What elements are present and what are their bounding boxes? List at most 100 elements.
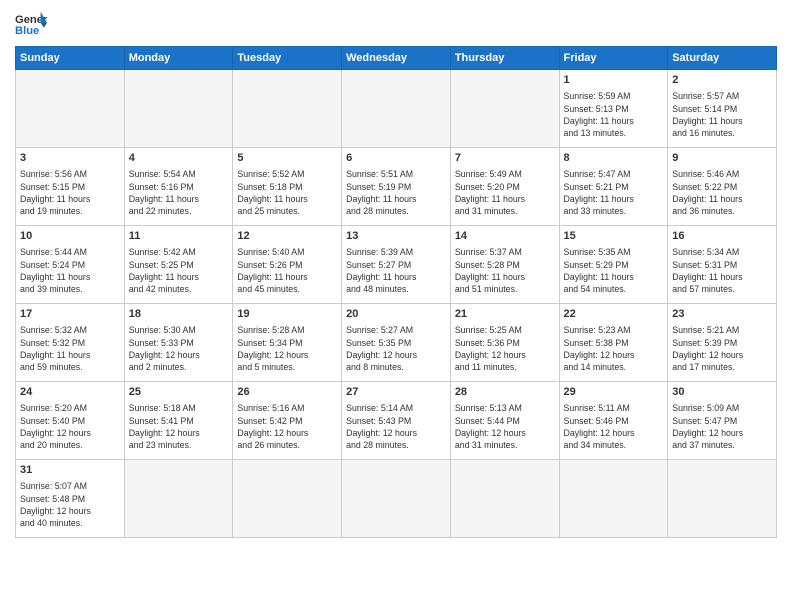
calendar-cell: 15 Sunrise: 5:35 AM Sunset: 5:29 PM Dayli… [559,226,668,304]
day-info: Sunrise: 5:46 AM Sunset: 5:22 PM Dayligh… [672,168,772,217]
day-info: Sunrise: 5:51 AM Sunset: 5:19 PM Dayligh… [346,168,446,217]
calendar-cell: 23Sunrise: 5:21 AM Sunset: 5:39 PM Dayli… [668,304,777,382]
calendar-cell: 28Sunrise: 5:13 AM Sunset: 5:44 PM Dayli… [450,382,559,460]
calendar-cell: 19 Sunrise: 5:28 AM Sunset: 5:34 PM Dayli… [233,304,342,382]
day-number: 29 [564,385,664,400]
calendar-cell: 11 Sunrise: 5:42 AM Sunset: 5:25 PM Dayli… [124,226,233,304]
weekday-header-thursday: Thursday [450,47,559,70]
day-number: 27 [346,385,446,400]
calendar-cell [124,70,233,148]
day-number: 30 [672,385,772,400]
day-number: 9 [672,151,772,166]
calendar-cell: 29 Sunrise: 5:11 AM Sunset: 5:46 PM Dayli… [559,382,668,460]
weekday-header-tuesday: Tuesday [233,47,342,70]
calendar-cell: 10Sunrise: 5:44 AM Sunset: 5:24 PM Dayli… [16,226,125,304]
calendar-cell: 12Sunrise: 5:40 AM Sunset: 5:26 PM Dayli… [233,226,342,304]
calendar-cell: 27Sunrise: 5:14 AM Sunset: 5:43 PM Dayli… [342,382,451,460]
calendar-cell: 24 Sunrise: 5:20 AM Sunset: 5:40 PM Dayli… [16,382,125,460]
day-info: Sunrise: 5:57 AM Sunset: 5:14 PM Dayligh… [672,90,772,139]
day-info: Sunrise: 5:52 AM Sunset: 5:18 PM Dayligh… [237,168,337,217]
calendar-table: SundayMondayTuesdayWednesdayThursdayFrid… [15,46,777,538]
weekday-header-wednesday: Wednesday [342,47,451,70]
day-number: 17 [20,307,120,322]
calendar-cell: 7Sunrise: 5:49 AM Sunset: 5:20 PM Daylig… [450,148,559,226]
day-number: 31 [20,463,120,478]
weekday-header-sunday: Sunday [16,47,125,70]
day-info: Sunrise: 5:20 AM Sunset: 5:40 PM Dayligh… [20,402,120,451]
calendar-cell: 30 Sunrise: 5:09 AM Sunset: 5:47 PM Dayli… [668,382,777,460]
calendar-cell: 5 Sunrise: 5:52 AM Sunset: 5:18 PM Daylig… [233,148,342,226]
calendar-week-1: 1Sunrise: 5:59 AM Sunset: 5:13 PM Daylig… [16,70,777,148]
calendar-cell: 20 Sunrise: 5:27 AM Sunset: 5:35 PM Dayli… [342,304,451,382]
day-number: 24 [20,385,120,400]
day-info: Sunrise: 5:21 AM Sunset: 5:39 PM Dayligh… [672,324,772,373]
calendar-cell: 6 Sunrise: 5:51 AM Sunset: 5:19 PM Daylig… [342,148,451,226]
day-number: 5 [237,151,337,166]
calendar-week-5: 24 Sunrise: 5:20 AM Sunset: 5:40 PM Dayli… [16,382,777,460]
day-number: 14 [455,229,555,244]
day-number: 10 [20,229,120,244]
calendar-cell [668,460,777,538]
calendar-cell: 4Sunrise: 5:54 AM Sunset: 5:16 PM Daylig… [124,148,233,226]
day-info: Sunrise: 5:09 AM Sunset: 5:47 PM Dayligh… [672,402,772,451]
calendar-cell: 31 Sunrise: 5:07 AM Sunset: 5:48 PM Dayli… [16,460,125,538]
calendar-cell: 22 Sunrise: 5:23 AM Sunset: 5:38 PM Dayli… [559,304,668,382]
day-info: Sunrise: 5:54 AM Sunset: 5:16 PM Dayligh… [129,168,229,217]
calendar-cell [342,460,451,538]
calendar-cell: 14Sunrise: 5:37 AM Sunset: 5:28 PM Dayli… [450,226,559,304]
day-number: 3 [20,151,120,166]
calendar-cell: 25 Sunrise: 5:18 AM Sunset: 5:41 PM Dayli… [124,382,233,460]
day-info: Sunrise: 5:07 AM Sunset: 5:48 PM Dayligh… [20,480,120,529]
day-number: 25 [129,385,229,400]
day-number: 22 [564,307,664,322]
calendar-cell [233,460,342,538]
logo-icon: General Blue [15,10,47,38]
day-info: Sunrise: 5:35 AM Sunset: 5:29 PM Dayligh… [564,246,664,295]
day-number: 11 [129,229,229,244]
day-number: 20 [346,307,446,322]
day-info: Sunrise: 5:23 AM Sunset: 5:38 PM Dayligh… [564,324,664,373]
day-number: 18 [129,307,229,322]
day-number: 19 [237,307,337,322]
weekday-header-row: SundayMondayTuesdayWednesdayThursdayFrid… [16,47,777,70]
day-info: Sunrise: 5:56 AM Sunset: 5:15 PM Dayligh… [20,168,120,217]
calendar-cell: 18Sunrise: 5:30 AM Sunset: 5:33 PM Dayli… [124,304,233,382]
day-number: 6 [346,151,446,166]
weekday-header-saturday: Saturday [668,47,777,70]
calendar-cell [342,70,451,148]
calendar-cell: 17 Sunrise: 5:32 AM Sunset: 5:32 PM Dayli… [16,304,125,382]
day-info: Sunrise: 5:49 AM Sunset: 5:20 PM Dayligh… [455,168,555,217]
day-info: Sunrise: 5:28 AM Sunset: 5:34 PM Dayligh… [237,324,337,373]
calendar-week-6: 31 Sunrise: 5:07 AM Sunset: 5:48 PM Dayli… [16,460,777,538]
day-number: 13 [346,229,446,244]
calendar-cell: 16Sunrise: 5:34 AM Sunset: 5:31 PM Dayli… [668,226,777,304]
logo: General Blue [15,10,47,38]
day-info: Sunrise: 5:16 AM Sunset: 5:42 PM Dayligh… [237,402,337,451]
calendar-cell: 8 Sunrise: 5:47 AM Sunset: 5:21 PM Daylig… [559,148,668,226]
day-info: Sunrise: 5:18 AM Sunset: 5:41 PM Dayligh… [129,402,229,451]
calendar-cell [233,70,342,148]
day-number: 15 [564,229,664,244]
day-info: Sunrise: 5:42 AM Sunset: 5:25 PM Dayligh… [129,246,229,295]
calendar-cell [450,70,559,148]
day-number: 26 [237,385,337,400]
day-info: Sunrise: 5:25 AM Sunset: 5:36 PM Dayligh… [455,324,555,373]
calendar-cell: 2 Sunrise: 5:57 AM Sunset: 5:14 PM Daylig… [668,70,777,148]
day-number: 21 [455,307,555,322]
day-number: 2 [672,73,772,88]
svg-text:Blue: Blue [15,25,39,37]
day-info: Sunrise: 5:27 AM Sunset: 5:35 PM Dayligh… [346,324,446,373]
calendar-cell [124,460,233,538]
weekday-header-friday: Friday [559,47,668,70]
day-info: Sunrise: 5:40 AM Sunset: 5:26 PM Dayligh… [237,246,337,295]
day-info: Sunrise: 5:13 AM Sunset: 5:44 PM Dayligh… [455,402,555,451]
day-number: 8 [564,151,664,166]
day-info: Sunrise: 5:34 AM Sunset: 5:31 PM Dayligh… [672,246,772,295]
calendar-week-4: 17 Sunrise: 5:32 AM Sunset: 5:32 PM Dayli… [16,304,777,382]
calendar-week-3: 10Sunrise: 5:44 AM Sunset: 5:24 PM Dayli… [16,226,777,304]
day-info: Sunrise: 5:47 AM Sunset: 5:21 PM Dayligh… [564,168,664,217]
calendar-cell [450,460,559,538]
day-info: Sunrise: 5:11 AM Sunset: 5:46 PM Dayligh… [564,402,664,451]
day-info: Sunrise: 5:32 AM Sunset: 5:32 PM Dayligh… [20,324,120,373]
page-header: General Blue [15,10,777,38]
